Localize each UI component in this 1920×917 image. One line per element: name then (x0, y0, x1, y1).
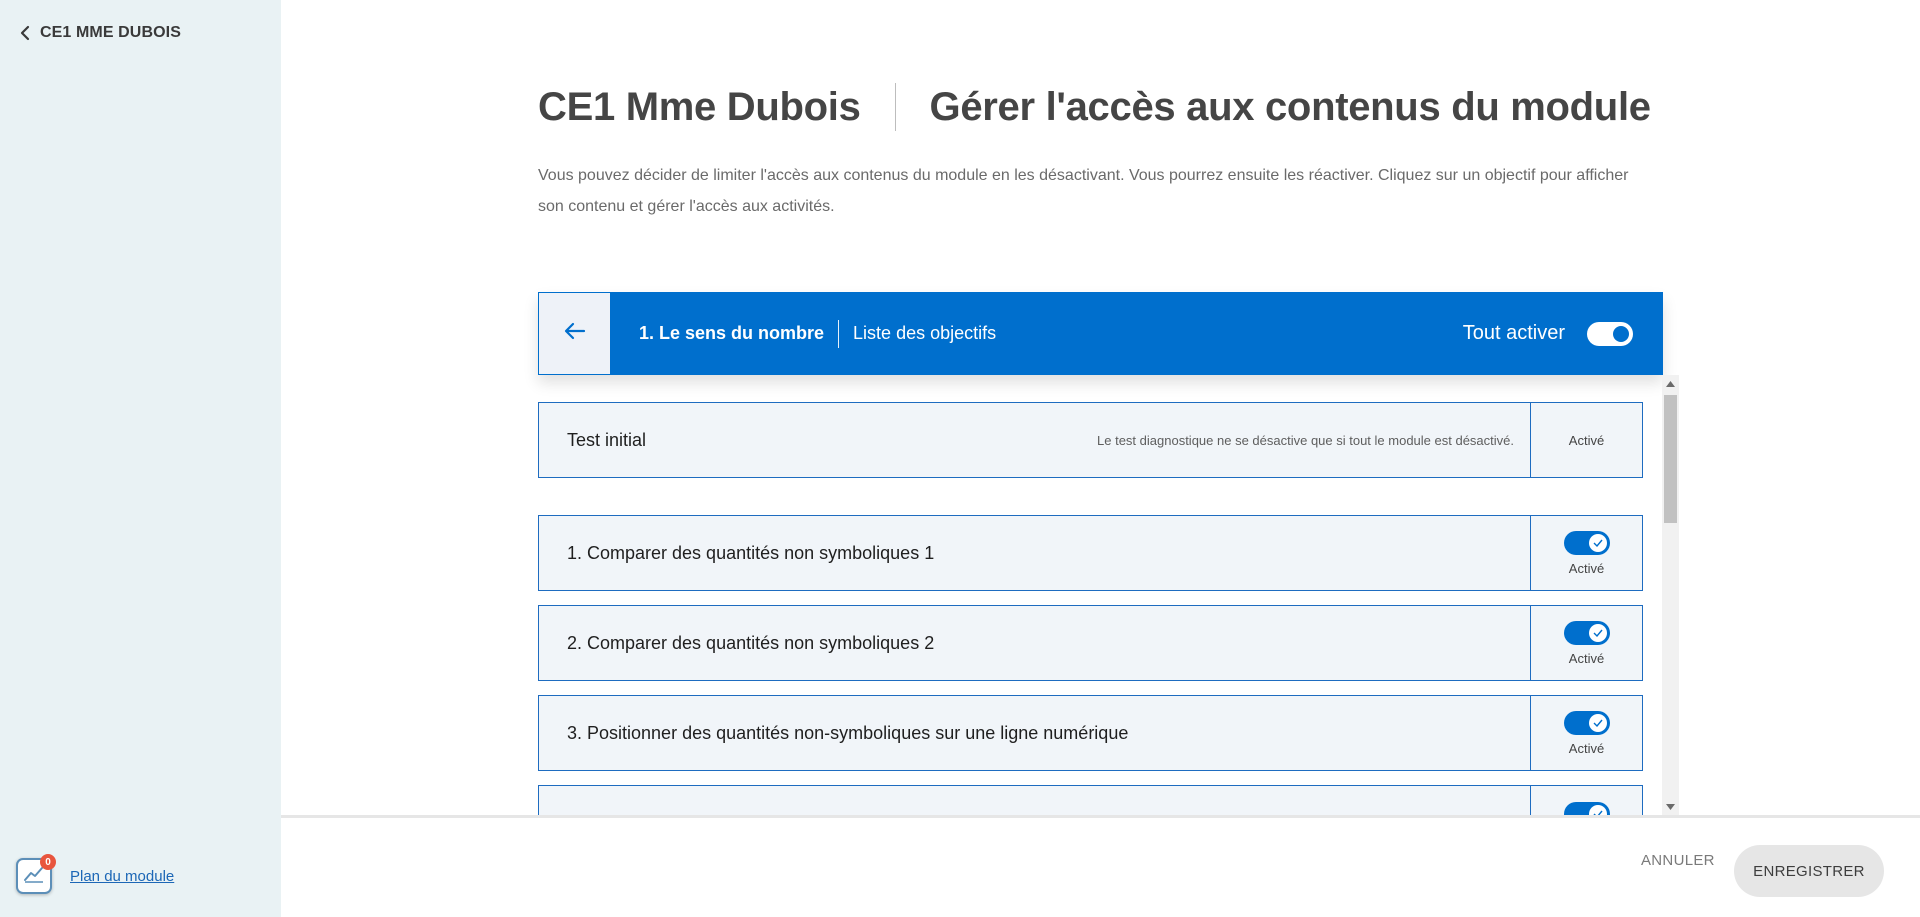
toggle-knob (1588, 713, 1607, 732)
status-label: Activé (1568, 432, 1605, 448)
toggle-knob (1588, 805, 1607, 815)
toggle-all-label: Tout activer (1462, 322, 1565, 344)
class-name-title: CE1 Mme Dubois (538, 84, 861, 129)
module-plan-button[interactable]: 0 (16, 854, 56, 894)
cancel-button[interactable]: ANNULER (1641, 852, 1715, 869)
objective-toggle[interactable] (1563, 530, 1610, 555)
module-subtitle: Liste des objectifs (853, 323, 997, 343)
objective-title[interactable]: 3. Positionner des quantités non-symboli… (539, 723, 1530, 744)
objective-toggle[interactable] (1563, 802, 1610, 815)
chevron-left-icon (20, 24, 32, 42)
test-initial-note: Le test diagnostique ne se désactive que… (1097, 432, 1514, 448)
notification-badge: 0 (40, 854, 56, 870)
objective-status-cell: Activé (1530, 606, 1642, 680)
list-scrollbar[interactable] (1662, 375, 1679, 815)
intro-text: Vous pouvez décider de limiter l'accès a… (538, 167, 1629, 215)
save-button[interactable]: ENREGISTRER (1734, 845, 1884, 897)
scroll-down-arrow-icon[interactable] (1662, 798, 1679, 815)
module-plan-row: 0 Plan du module (16, 854, 174, 894)
module-name: 1. Le sens du nombre (639, 323, 825, 343)
toggle-knob (1613, 325, 1629, 342)
objective-row[interactable] (538, 785, 1643, 815)
back-to-class-link[interactable]: CE1 MME DUBOIS (20, 24, 181, 42)
module-plan-link[interactable]: Plan du module (70, 868, 174, 885)
test-initial-title: Test initial (567, 429, 647, 450)
test-initial-row: Test initial Le test diagnostique ne se … (538, 402, 1643, 478)
test-status-cell: Activé (1530, 403, 1642, 477)
objective-toggle[interactable] (1563, 710, 1610, 735)
scroll-up-arrow-icon[interactable] (1662, 375, 1679, 392)
toggle-all-switch[interactable] (1587, 321, 1633, 346)
module-back-button[interactable] (538, 292, 611, 375)
status-label: Activé (1568, 560, 1605, 576)
sidebar: CE1 MME DUBOIS 0 Plan du module (0, 0, 281, 917)
heading-divider (894, 83, 896, 131)
objectives-list: Test initial Le test diagnostique ne se … (538, 375, 1680, 815)
objective-status-cell: Activé (1530, 516, 1642, 590)
objective-toggle[interactable] (1563, 620, 1610, 645)
objective-row[interactable]: 1. Comparer des quantités non symbolique… (538, 515, 1643, 591)
scrollbar-thumb[interactable] (1664, 395, 1677, 523)
objective-title[interactable]: 1. Comparer des quantités non symbolique… (539, 543, 1530, 564)
back-link-label: CE1 MME DUBOIS (40, 24, 181, 41)
objective-status-cell (1530, 786, 1642, 815)
objective-row[interactable]: 2. Comparer des quantités non symbolique… (538, 605, 1643, 681)
objective-row[interactable]: 3. Positionner des quantités non-symboli… (538, 695, 1643, 771)
action-footer: ANNULER ENREGISTRER (281, 815, 1920, 917)
page-title: Gérer l'accès aux contenus du module (929, 84, 1651, 129)
objective-title[interactable]: 2. Comparer des quantités non symbolique… (539, 633, 1530, 654)
toggle-all-group: Tout activer (1462, 321, 1633, 346)
status-label: Activé (1568, 650, 1605, 666)
page-heading: CE1 Mme Dubois Gérer l'accès aux contenu… (538, 82, 1651, 132)
status-label: Activé (1568, 740, 1605, 756)
main-content: CE1 Mme Dubois Gérer l'accès aux contenu… (281, 0, 1920, 815)
toggle-knob (1588, 533, 1607, 552)
arrow-left-icon (564, 322, 586, 345)
objective-status-cell: Activé (1530, 696, 1642, 770)
module-divider (838, 319, 840, 348)
toggle-knob (1588, 623, 1607, 642)
module-header-bar: 1. Le sens du nombre Liste des objectifs… (538, 292, 1663, 375)
